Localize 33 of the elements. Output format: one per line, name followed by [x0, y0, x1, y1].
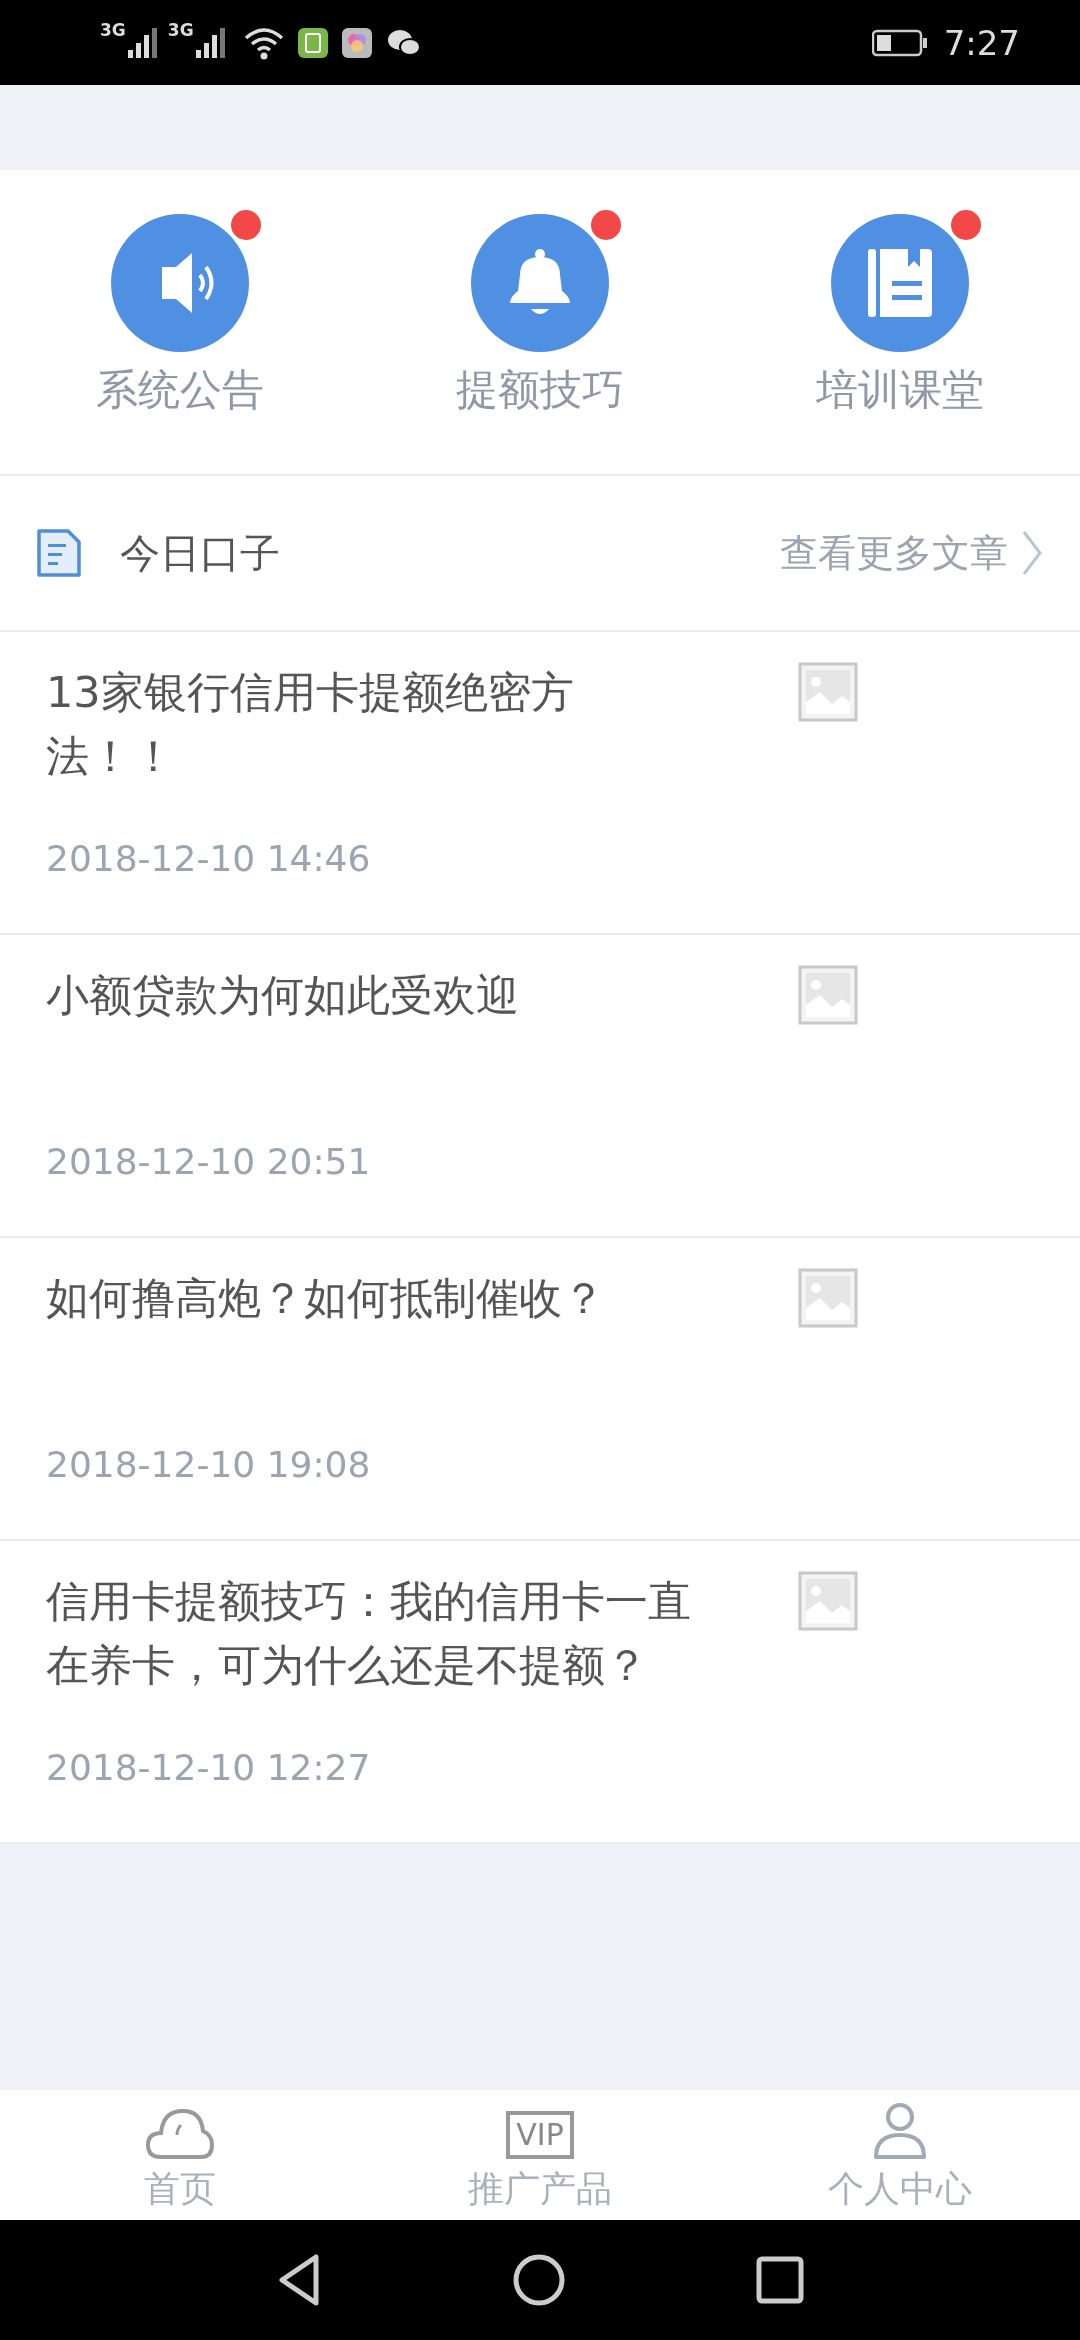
app-icon	[297, 27, 328, 58]
network-type: 3G	[100, 19, 126, 40]
article-title[interactable]: 如何撸高炮？如何抵制催收？	[46, 1266, 696, 1394]
cloud-icon	[145, 2107, 215, 2161]
image-placeholder-icon	[798, 965, 858, 1025]
document-icon	[36, 528, 82, 578]
article-date: 2018-12-10 14:46	[46, 838, 372, 879]
article-title[interactable]: 信用卡提额技巧：我的信用卡一直在养卡，可为什么还是不提额？	[46, 1569, 696, 1697]
article-date: 2018-12-10 20:51	[46, 1141, 372, 1182]
article-date: 2018-12-10 12:27	[46, 1747, 372, 1788]
wifi-icon	[243, 25, 284, 60]
app-icon	[341, 27, 372, 58]
shortcut-label: 培训课堂	[816, 364, 984, 416]
home-icon	[512, 2253, 566, 2307]
signal-icon	[193, 25, 228, 60]
signal-icon	[125, 25, 160, 60]
image-placeholder-icon	[798, 1268, 858, 1328]
network-type: 3G	[167, 19, 194, 40]
back-icon	[276, 2253, 322, 2307]
article-title[interactable]: 13家银行信用卡提额绝密方法！！	[46, 660, 696, 788]
image-placeholder-icon	[798, 662, 858, 722]
clock-time: 7:27	[943, 22, 1020, 63]
section-title: 今日口子	[120, 528, 281, 578]
battery-icon	[871, 28, 928, 57]
article-date: 2018-12-10 19:08	[46, 1444, 372, 1485]
person-icon	[872, 2101, 928, 2161]
recent-apps-icon	[756, 2256, 804, 2304]
shortcut-label: 提额技巧	[456, 364, 624, 416]
vip-icon: VIP	[506, 2111, 574, 2159]
nav-tab[interactable]: VIP 推广产品	[360, 2090, 720, 2220]
shortcut-label: 系统公告	[96, 364, 264, 416]
image-placeholder-icon	[798, 1571, 858, 1631]
article-title[interactable]: 小额贷款为何如此受欢迎	[46, 963, 696, 1091]
